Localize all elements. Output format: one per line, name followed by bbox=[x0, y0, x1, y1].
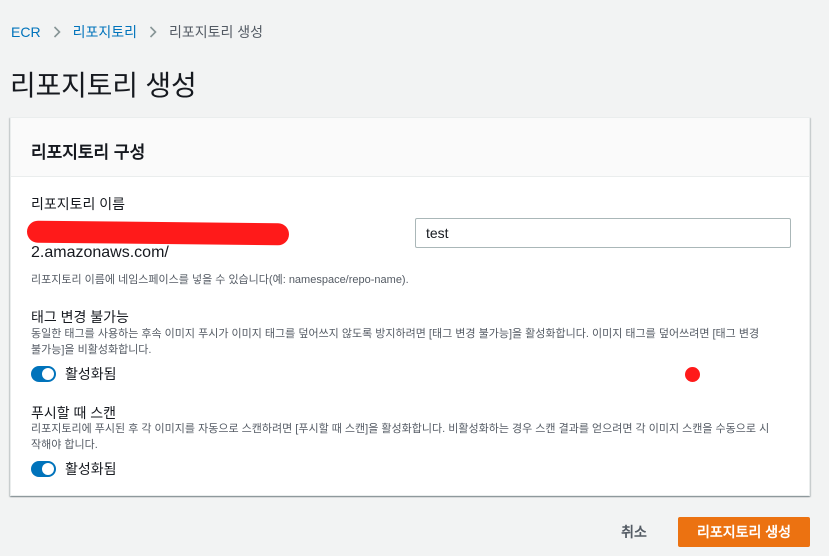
redaction-mark bbox=[26, 220, 290, 246]
repo-name-input[interactable] bbox=[415, 218, 791, 248]
tag-immutability-toggle[interactable] bbox=[31, 366, 56, 382]
breadcrumb: ECR 리포지토리 리포지토리 생성 bbox=[11, 23, 263, 41]
repo-name-label: 리포지토리 이름 bbox=[31, 196, 126, 212]
page-title: 리포지토리 생성 bbox=[10, 70, 197, 101]
scan-on-push-toggle[interactable] bbox=[31, 461, 56, 477]
tag-immutability-desc-2: 불가능]을 비활성화합니다. bbox=[31, 344, 152, 356]
annotation-dot bbox=[685, 367, 700, 382]
repository-config-panel: 리포지토리 구성 리포지토리 이름 2.amazonaws.com/ 리포지토리… bbox=[10, 117, 810, 496]
scan-on-push-desc-2: 작해야 합니다. bbox=[31, 439, 98, 451]
chevron-right-icon bbox=[53, 26, 61, 38]
panel-title: 리포지토리 구성 bbox=[31, 143, 146, 162]
scan-on-push-toggle-row: 활성화됨 bbox=[31, 459, 117, 479]
scan-on-push-toggle-label: 활성화됨 bbox=[65, 461, 117, 477]
toggle-knob bbox=[42, 463, 54, 475]
repo-name-hint: 리포지토리 이름에 네임스페이스를 넣을 수 있습니다(예: namespace… bbox=[31, 274, 409, 286]
cancel-button[interactable]: 취소 bbox=[609, 518, 659, 546]
tag-immutability-desc-1: 동일한 태그를 사용하는 후속 이미지 푸시가 이미지 태그를 덮어쓰지 않도록… bbox=[31, 328, 760, 340]
breadcrumb-current: 리포지토리 생성 bbox=[168, 24, 264, 40]
panel-header: 리포지토리 구성 bbox=[11, 118, 809, 177]
scan-on-push-desc-1: 리포지토리에 푸시된 후 각 이미지를 자동으로 스캔하려면 [푸시할 때 스캔… bbox=[31, 423, 770, 435]
repo-uri-prefix: 2.amazonaws.com/ bbox=[31, 244, 169, 261]
toggle-knob bbox=[42, 368, 54, 380]
tag-immutability-title: 태그 변경 불가능 bbox=[31, 309, 129, 325]
scan-on-push-title: 푸시할 때 스캔 bbox=[31, 405, 117, 421]
breadcrumb-repositories[interactable]: 리포지토리 bbox=[73, 22, 137, 42]
breadcrumb-ecr[interactable]: ECR bbox=[11, 24, 41, 40]
tag-immutability-toggle-row: 활성화됨 bbox=[31, 364, 117, 384]
create-repository-button[interactable]: 리포지토리 생성 bbox=[678, 517, 810, 547]
tag-immutability-toggle-label: 활성화됨 bbox=[65, 366, 117, 382]
chevron-right-icon bbox=[149, 26, 157, 38]
